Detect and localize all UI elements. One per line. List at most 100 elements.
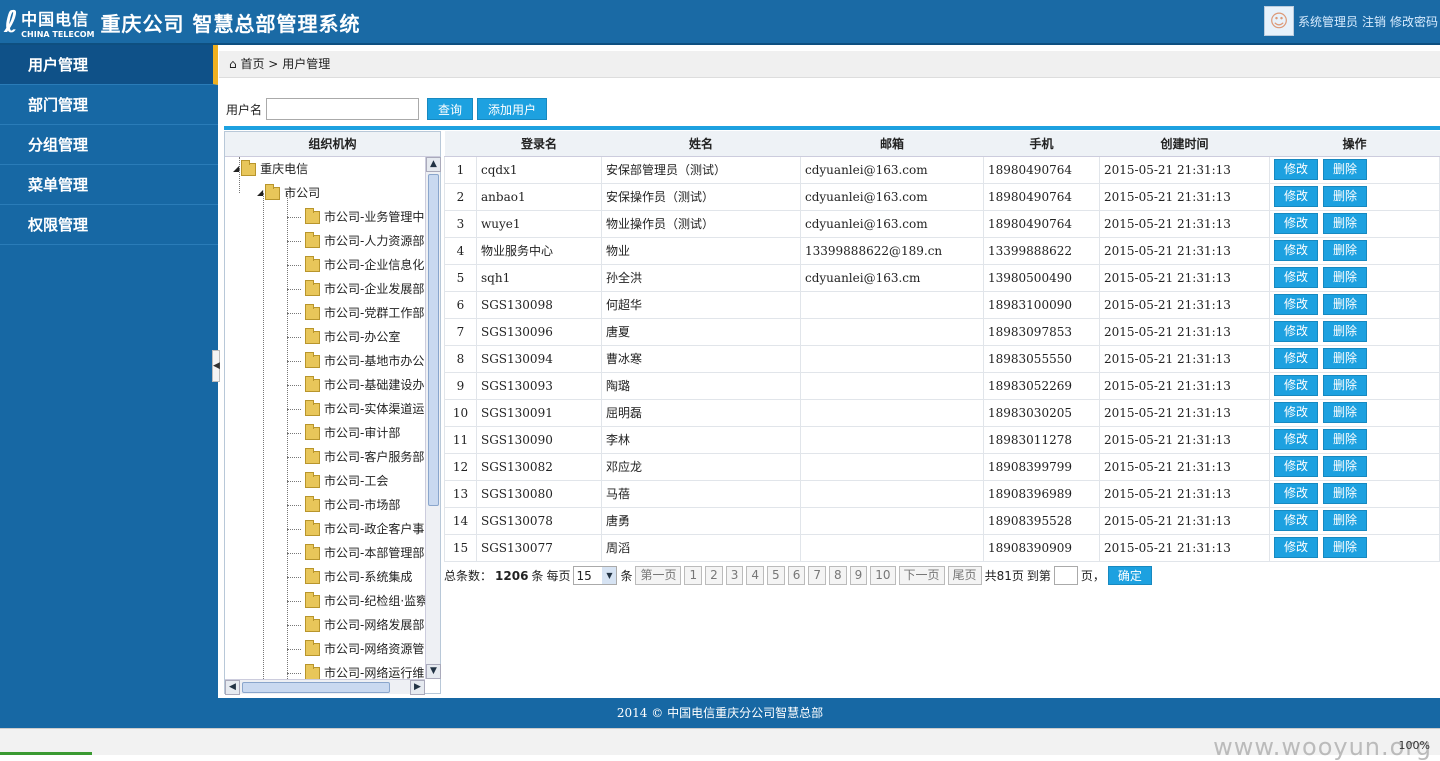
scroll-right-icon[interactable]: ▶ xyxy=(410,680,425,695)
breadcrumb-home[interactable]: 首页 xyxy=(240,57,264,71)
goto-page-input[interactable] xyxy=(1053,566,1078,585)
next-page-button[interactable]: 下一页 xyxy=(898,566,945,585)
tree-node-leaf[interactable]: 市公司-市场部 xyxy=(305,493,400,517)
delete-button[interactable]: 删除 xyxy=(1323,348,1368,369)
change-password-link[interactable]: 修改密码 xyxy=(1390,13,1438,30)
tree-horizontal-scrollbar[interactable]: ◀ ▶ xyxy=(225,679,425,695)
edit-button[interactable]: 修改 xyxy=(1274,213,1319,234)
edit-button[interactable]: 修改 xyxy=(1274,240,1319,261)
table-row: 4 物业服务中心 物业 13399888622@189.cn 13399888622 20… xyxy=(444,236,1440,265)
page-size-select[interactable]: 15 ▼ xyxy=(573,566,618,585)
scroll-down-icon[interactable]: ▼ xyxy=(426,664,441,679)
tree-node-leaf[interactable]: 市公司-网络发展部 xyxy=(305,613,424,637)
logout-link[interactable]: 注销 xyxy=(1362,13,1386,30)
tree-node-leaf[interactable]: 市公司-业务管理中 xyxy=(305,205,424,229)
username-search-input[interactable] xyxy=(266,98,420,120)
table-row: 15 SGS130077 周滔 18908390909 2015-05-21 21:31… xyxy=(444,533,1440,562)
tree-node-root[interactable]: ◢ 重庆电信 xyxy=(233,157,308,181)
page-number-button[interactable]: 1 xyxy=(684,566,703,585)
tree-node-leaf[interactable]: 市公司-办公室 xyxy=(305,325,400,349)
delete-button[interactable]: 删除 xyxy=(1323,510,1368,531)
edit-button[interactable]: 修改 xyxy=(1274,375,1319,396)
tree-node-leaf[interactable]: 市公司-网络运行维 xyxy=(305,661,424,679)
edit-button[interactable]: 修改 xyxy=(1274,348,1319,369)
page-number-button[interactable]: 7 xyxy=(808,566,826,585)
tree-node-leaf[interactable]: 市公司-系统集成 xyxy=(305,565,412,589)
edit-button[interactable]: 修改 xyxy=(1274,186,1319,207)
delete-button[interactable]: 删除 xyxy=(1323,294,1368,315)
sidebar-item-user-management[interactable]: 用户管理 xyxy=(0,45,218,85)
edit-button[interactable]: 修改 xyxy=(1274,429,1319,450)
delete-button[interactable]: 删除 xyxy=(1323,429,1368,450)
tree-node-branch[interactable]: ◢ 市公司 xyxy=(257,181,320,205)
breadcrumb-separator: > xyxy=(268,57,279,71)
tree-node-leaf[interactable]: 市公司-党群工作部 xyxy=(305,301,424,325)
delete-button[interactable]: 删除 xyxy=(1323,186,1368,207)
page-number-button[interactable]: 6 xyxy=(787,566,806,585)
tree-node-leaf[interactable]: 市公司-客户服务部 xyxy=(305,445,424,469)
tree-node-leaf[interactable]: 市公司-纪检组·监察 xyxy=(305,589,425,613)
delete-button[interactable]: 删除 xyxy=(1323,240,1368,261)
cell-actions: 修改 删除 xyxy=(1269,479,1440,508)
delete-button[interactable]: 删除 xyxy=(1323,483,1368,504)
page-number-button[interactable]: 4 xyxy=(746,566,765,585)
tree-node-leaf[interactable]: 市公司-企业发展部 xyxy=(305,277,424,301)
chevron-down-icon: ▼ xyxy=(602,567,617,584)
sidebar-item-group-management[interactable]: 分组管理 xyxy=(0,125,218,165)
add-user-button[interactable]: 添加用户 xyxy=(477,98,548,120)
scroll-left-icon[interactable]: ◀ xyxy=(225,680,240,695)
sidebar-item-department-management[interactable]: 部门管理 xyxy=(0,85,218,125)
edit-button[interactable]: 修改 xyxy=(1274,510,1319,531)
sidebar-item-menu-management[interactable]: 菜单管理 xyxy=(0,165,218,205)
last-page-button[interactable]: 尾页 xyxy=(947,566,982,585)
edit-button[interactable]: 修改 xyxy=(1274,456,1319,477)
edit-button[interactable]: 修改 xyxy=(1274,321,1319,342)
tree-node-leaf[interactable]: 市公司-工会 xyxy=(305,469,388,493)
delete-button[interactable]: 删除 xyxy=(1323,456,1368,477)
cell-created: 2015-05-21 21:31:13 xyxy=(1099,344,1270,373)
zoom-level[interactable]: 100% xyxy=(1399,739,1430,752)
page-number-button[interactable]: 3 xyxy=(725,566,744,585)
delete-button[interactable]: 删除 xyxy=(1323,402,1368,423)
page-number-button[interactable]: 9 xyxy=(849,566,868,585)
tree-node-leaf[interactable]: 市公司-基地市办公 xyxy=(305,349,424,373)
page-number-button[interactable]: 8 xyxy=(828,566,847,585)
sidebar-collapse-handle[interactable]: ◀ xyxy=(212,350,220,382)
edit-button[interactable]: 修改 xyxy=(1274,267,1319,288)
tree-node-leaf[interactable]: 市公司-企业信息化 xyxy=(305,253,424,277)
scroll-up-icon[interactable]: ▲ xyxy=(426,157,441,172)
tree-horizontal-scroll-thumb[interactable] xyxy=(242,682,390,693)
cell-actions: 修改 删除 xyxy=(1269,155,1440,184)
edit-button[interactable]: 修改 xyxy=(1274,483,1319,504)
tree-node-leaf[interactable]: 市公司-政企客户事 xyxy=(305,517,424,541)
tree-node-leaf[interactable]: 市公司-基础建设办 xyxy=(305,373,424,397)
page-number-button[interactable]: 2 xyxy=(705,566,723,585)
tree-node-leaf[interactable]: 市公司-审计部 xyxy=(305,421,400,445)
goto-confirm-button[interactable]: 确定 xyxy=(1107,566,1152,585)
tree-node-leaf[interactable]: 市公司-人力资源部 xyxy=(305,229,424,253)
query-button[interactable]: 查询 xyxy=(427,98,474,120)
edit-button[interactable]: 修改 xyxy=(1274,537,1319,558)
table-row: 11 SGS130090 李林 18983011278 2015-05-21 21:31… xyxy=(444,425,1440,454)
folder-icon xyxy=(305,543,320,560)
page-number-button[interactable]: 5 xyxy=(767,566,785,585)
sidebar-item-permission-management[interactable]: 权限管理 xyxy=(0,205,218,245)
delete-button[interactable]: 删除 xyxy=(1323,321,1368,342)
delete-button[interactable]: 删除 xyxy=(1323,375,1368,396)
edit-button[interactable]: 修改 xyxy=(1274,402,1319,423)
delete-button[interactable]: 删除 xyxy=(1323,537,1368,558)
tree-node-leaf[interactable]: 市公司-实体渠道运 xyxy=(305,397,424,421)
edit-button[interactable]: 修改 xyxy=(1274,294,1319,315)
cell-index: 8 xyxy=(444,344,477,373)
tree-vertical-scrollbar[interactable]: ▲ ▼ xyxy=(425,157,441,679)
tree-vertical-scroll-thumb[interactable] xyxy=(428,174,439,506)
edit-button[interactable]: 修改 xyxy=(1274,159,1319,180)
delete-button[interactable]: 删除 xyxy=(1323,213,1368,234)
column-header-login: 登录名 xyxy=(476,131,602,157)
delete-button[interactable]: 删除 xyxy=(1323,267,1368,288)
tree-node-leaf[interactable]: 市公司-本部管理部 xyxy=(305,541,424,565)
page-number-button[interactable]: 10 xyxy=(870,566,896,585)
first-page-button[interactable]: 第一页 xyxy=(635,566,682,585)
tree-node-leaf[interactable]: 市公司-网络资源管 xyxy=(305,637,424,661)
delete-button[interactable]: 删除 xyxy=(1323,159,1368,180)
